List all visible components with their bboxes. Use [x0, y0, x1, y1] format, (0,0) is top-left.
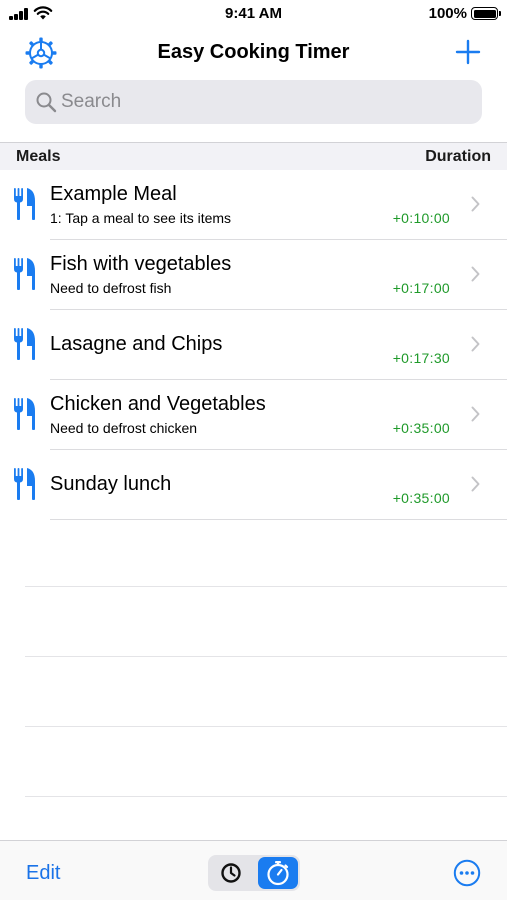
- meal-duration: +0:35:00: [392, 420, 450, 436]
- fork-knife-icon: [14, 328, 35, 360]
- meal-title: Fish with vegetables: [50, 253, 232, 275]
- clock-segment[interactable]: [208, 855, 254, 891]
- battery-percentage: 100%: [428, 5, 467, 22]
- meal-duration: +0:10:00: [392, 210, 450, 226]
- meal-list: Example Meal 1: Tap a meal to see its it…: [0, 170, 507, 520]
- view-segmented-control: [208, 855, 300, 891]
- row-divider: [50, 519, 507, 520]
- fork-knife-icon: [14, 398, 35, 430]
- meal-row[interactable]: Sunday lunch +0:35:00: [0, 450, 507, 520]
- meal-duration: +0:17:30: [392, 350, 450, 366]
- clock-icon: [221, 863, 241, 883]
- fork-knife-icon: [14, 468, 35, 500]
- meal-row[interactable]: Fish with vegetables Need to defrost fis…: [0, 240, 507, 310]
- meal-subtitle: Need to defrost chicken: [50, 420, 198, 436]
- search-bar[interactable]: [25, 80, 482, 124]
- chevron-right-icon: [471, 196, 480, 212]
- meal-row[interactable]: Example Meal 1: Tap a meal to see its it…: [0, 170, 507, 240]
- fork-knife-icon: [14, 258, 35, 290]
- battery-icon: [471, 7, 501, 20]
- edit-button[interactable]: Edit: [26, 862, 60, 885]
- empty-row-divider: [25, 586, 507, 587]
- page-title: Easy Cooking Timer: [157, 41, 350, 63]
- meal-subtitle: Need to defrost fish: [50, 280, 172, 296]
- chevron-right-icon: [471, 406, 480, 422]
- fork-knife-icon: [14, 188, 35, 220]
- meal-duration: +0:35:00: [392, 490, 450, 506]
- stopwatch-icon: [267, 861, 289, 886]
- meal-title: Sunday lunch: [50, 473, 172, 495]
- chevron-right-icon: [471, 476, 480, 492]
- section-header: Meals Duration: [0, 143, 507, 170]
- plus-icon[interactable]: [453, 37, 483, 67]
- empty-row-divider: [25, 656, 507, 657]
- meal-title: Lasagne and Chips: [50, 333, 223, 355]
- meals-column-header: Meals: [16, 148, 61, 165]
- meal-row[interactable]: Chicken and Vegetables Need to defrost c…: [0, 380, 507, 450]
- bottom-toolbar: Edit: [0, 840, 507, 900]
- stopwatch-segment[interactable]: [258, 857, 298, 889]
- empty-row-divider: [25, 796, 507, 797]
- more-icon[interactable]: [453, 859, 481, 887]
- empty-row-divider: [25, 726, 507, 727]
- navigation-bar: Easy Cooking Timer: [0, 28, 507, 78]
- meal-subtitle: 1: Tap a meal to see its items: [50, 210, 232, 226]
- meal-title: Chicken and Vegetables: [50, 393, 266, 415]
- search-icon: [36, 92, 57, 113]
- meal-duration: +0:17:00: [392, 280, 450, 296]
- search-input[interactable]: [61, 80, 461, 124]
- chevron-right-icon: [471, 336, 480, 352]
- chevron-right-icon: [471, 266, 480, 282]
- meal-title: Example Meal: [50, 183, 177, 205]
- duration-column-header: Duration: [425, 148, 491, 165]
- meal-row[interactable]: Lasagne and Chips +0:17:30: [0, 310, 507, 380]
- status-bar: 9:41 AM 100%: [0, 0, 507, 28]
